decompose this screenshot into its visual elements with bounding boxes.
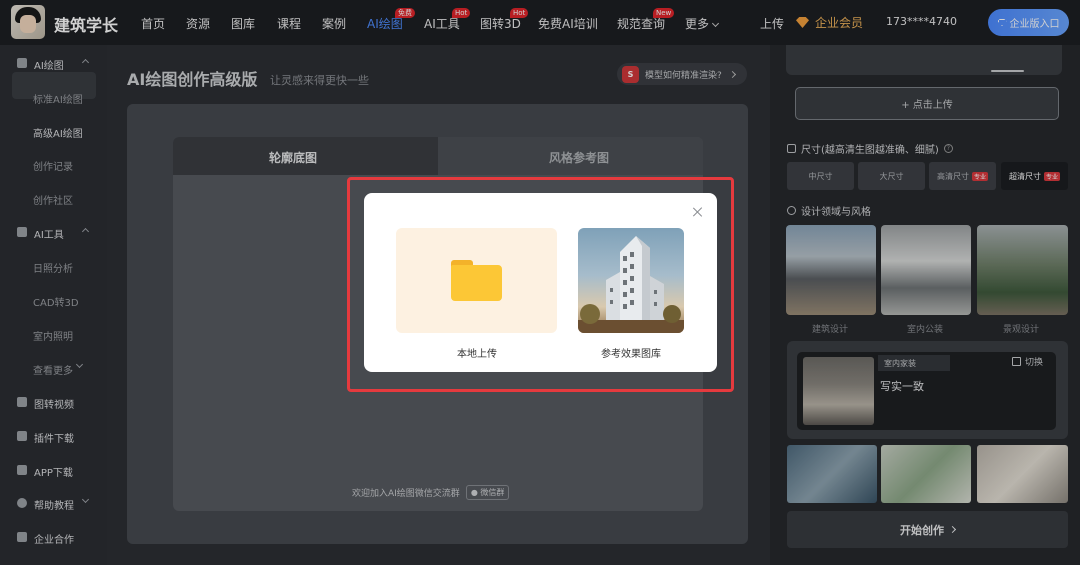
folder-icon bbox=[451, 260, 502, 301]
reference-gallery-label[interactable]: 参考效果图库 bbox=[601, 345, 661, 360]
local-upload-label[interactable]: 本地上传 bbox=[457, 345, 497, 360]
close-icon[interactable] bbox=[692, 206, 704, 218]
reference-gallery-tile[interactable] bbox=[578, 228, 684, 333]
building-render-image bbox=[578, 236, 684, 333]
